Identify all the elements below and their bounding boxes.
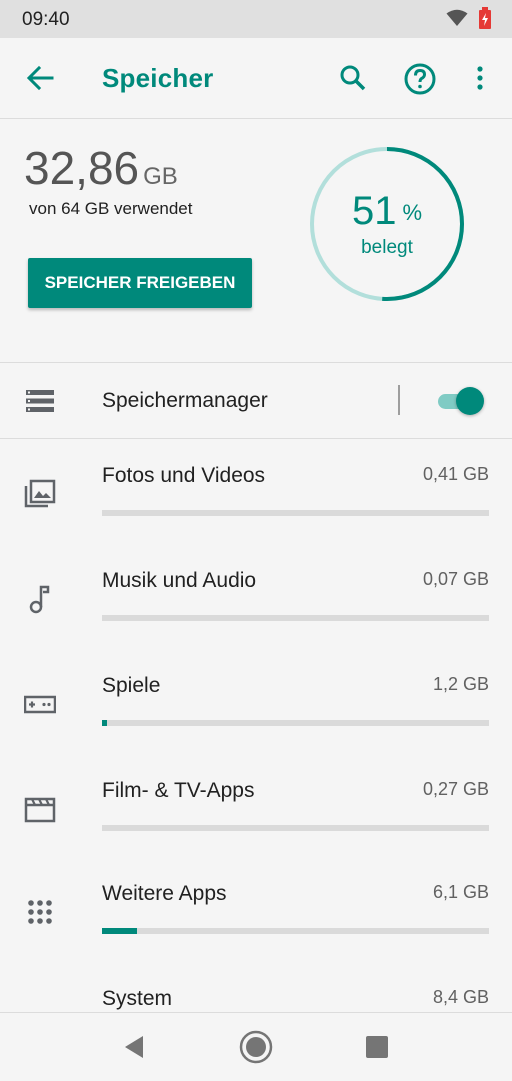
search-button[interactable] bbox=[336, 62, 370, 96]
usage-percent: 51% bbox=[308, 189, 466, 234]
free-storage-button[interactable]: SPEICHER FREIGEBEN bbox=[28, 258, 252, 308]
category-label: Spiele bbox=[102, 674, 161, 697]
storage-summary: 32,86 GB von 64 GB verwendet SPEICHER FRE… bbox=[0, 119, 512, 363]
category-size: 0,27 GB bbox=[422, 779, 489, 799]
status-time: 09:40 bbox=[22, 9, 70, 30]
nav-back-icon[interactable] bbox=[121, 1033, 147, 1061]
storage-manager-toggle[interactable] bbox=[436, 385, 486, 417]
usage-percent-label: belegt bbox=[361, 237, 413, 258]
back-button[interactable] bbox=[22, 62, 58, 94]
category-usage-bar bbox=[102, 928, 489, 934]
category-size: 0,07 GB bbox=[422, 569, 489, 589]
category-usage-bar bbox=[102, 510, 489, 516]
used-description: von 64 GB verwendet bbox=[29, 199, 193, 218]
wifi-icon bbox=[446, 9, 468, 26]
category-size: 8,4 GB bbox=[432, 987, 489, 1007]
usage-percent-value: 51 bbox=[351, 189, 397, 233]
category-size: 1,2 GB bbox=[432, 674, 489, 694]
category-label: Fotos und Videos bbox=[102, 464, 266, 487]
divider bbox=[398, 385, 400, 415]
category-usage-fill bbox=[102, 720, 107, 726]
nav-home-icon[interactable] bbox=[238, 1029, 274, 1065]
used-unit: GB bbox=[143, 163, 178, 190]
gamepad-icon bbox=[24, 695, 56, 714]
category-usage-fill bbox=[102, 928, 137, 934]
help-icon bbox=[404, 63, 436, 95]
category-other-apps[interactable]: Weitere Apps 6,1 GB bbox=[0, 858, 512, 962]
status-icons bbox=[446, 7, 492, 29]
category-usage-bar bbox=[102, 720, 489, 726]
more-vert-icon bbox=[477, 66, 483, 90]
storage-manager-row[interactable]: Speichermanager bbox=[0, 363, 512, 439]
nav-recents-icon[interactable] bbox=[365, 1035, 389, 1059]
category-label: Weitere Apps bbox=[102, 882, 227, 905]
category-film-tv-apps[interactable]: Film- & TV-Apps 0,27 GB bbox=[0, 755, 512, 859]
photo-library-icon bbox=[24, 479, 56, 508]
more-options-button[interactable] bbox=[468, 62, 492, 96]
category-label: Film- & TV-Apps bbox=[102, 779, 255, 802]
search-icon bbox=[340, 65, 366, 91]
used-amount: 32,86 GB bbox=[24, 141, 178, 195]
usage-percent-sign: % bbox=[402, 200, 423, 225]
status-bar: 09:40 bbox=[0, 0, 512, 38]
category-music-audio[interactable]: Musik und Audio 0,07 GB bbox=[0, 545, 512, 649]
category-size: 6,1 GB bbox=[432, 882, 489, 902]
category-photos-videos[interactable]: Fotos und Videos 0,41 GB bbox=[0, 440, 512, 544]
toggle-thumb bbox=[456, 387, 484, 415]
navigation-bar bbox=[0, 1012, 512, 1081]
category-label: System bbox=[102, 987, 173, 1010]
category-usage-bar bbox=[102, 825, 489, 831]
movie-clapper-icon bbox=[24, 797, 56, 823]
category-size: 0,41 GB bbox=[422, 464, 489, 484]
category-label: Musik und Audio bbox=[102, 569, 257, 592]
app-bar: Speicher bbox=[0, 38, 512, 119]
category-usage-bar bbox=[102, 615, 489, 621]
apps-grid-icon bbox=[28, 900, 52, 924]
storage-list-icon bbox=[26, 390, 54, 412]
storage-manager-label: Speichermanager bbox=[102, 389, 268, 412]
help-button[interactable] bbox=[402, 61, 438, 97]
used-value: 32,86 bbox=[24, 142, 140, 194]
page-title: Speicher bbox=[102, 63, 214, 93]
battery-icon bbox=[479, 7, 491, 29]
category-games[interactable]: Spiele 1,2 GB bbox=[0, 650, 512, 754]
back-arrow-icon bbox=[26, 65, 54, 91]
music-note-icon bbox=[29, 585, 50, 614]
